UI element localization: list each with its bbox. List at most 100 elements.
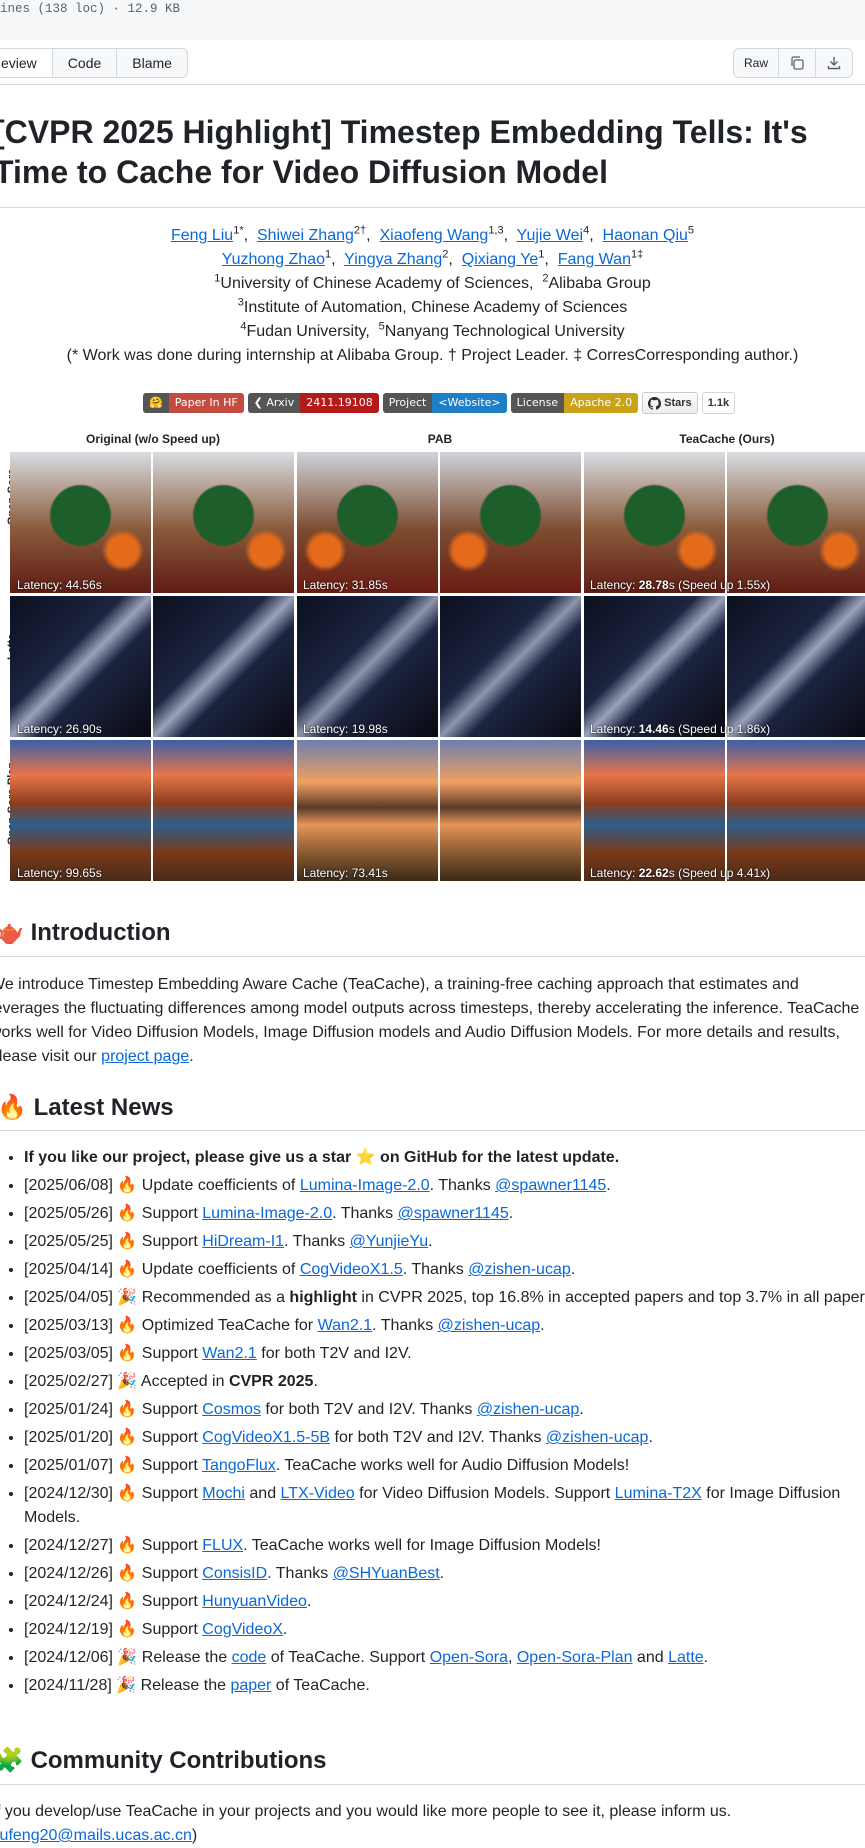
file-toolbar: eview Code Blame Raw — [0, 40, 865, 85]
news-link[interactable]: Open-Sora — [430, 1649, 508, 1666]
news-text: . Thanks — [402, 1261, 469, 1278]
video-frame — [153, 452, 294, 593]
news-item: [2025/06/08] 🔥 Update coefficients of Lu… — [24, 1174, 865, 1198]
news-link[interactable]: @spawner1145 — [495, 1177, 606, 1194]
news-link[interactable]: LTX-Video — [281, 1485, 355, 1502]
author-link[interactable]: Shiwei Zhang — [257, 227, 354, 244]
news-link[interactable]: Mochi — [202, 1485, 245, 1502]
affiliation-row-2: 3Institute of Automation, Chinese Academ… — [0, 296, 865, 320]
para-line: please visit our project page. — [0, 1048, 194, 1065]
news-text: [2025/03/13] 🔥 Optimized TeaCache for — [24, 1317, 318, 1334]
para-line: f you develop/use TeaCache in your proje… — [0, 1803, 732, 1820]
badge-label: ❮ Arxiv — [247, 393, 301, 413]
news-link[interactable]: Wan2.1 — [202, 1345, 257, 1362]
tab-preview[interactable]: eview — [0, 49, 53, 77]
raw-button[interactable]: Raw — [734, 49, 779, 77]
download-button[interactable] — [816, 49, 852, 77]
news-text: [2025/06/08] 🔥 Update coefficients of — [24, 1177, 300, 1194]
news-link[interactable]: Wan2.1 — [318, 1317, 373, 1334]
news-text: [2024/12/26] 🔥 Support — [24, 1565, 203, 1582]
author-link[interactable]: Fang Wan — [558, 251, 631, 268]
news-link[interactable]: Open-Sora-Plan — [517, 1649, 633, 1666]
license-badge[interactable]: License Apache 2.0 — [510, 393, 639, 413]
news-link[interactable]: @YunjieYu — [350, 1233, 429, 1250]
news-text: [2024/11/28] 🎉 Release the — [24, 1677, 231, 1694]
para-line: leverages the fluctuating differences am… — [0, 1000, 860, 1017]
news-link[interactable]: @zishen-ucap — [468, 1261, 571, 1278]
news-item: [2025/01/24] 🔥 Support Cosmos for both T… — [24, 1398, 865, 1422]
news-text: . Thanks — [284, 1233, 350, 1250]
news-link[interactable]: Latte — [668, 1649, 704, 1666]
github-icon — [648, 396, 662, 410]
badge-value: <Website> — [432, 393, 507, 413]
para-line: works well for Video Diffusion Models, I… — [0, 1024, 840, 1041]
news-item: [2024/12/19] 🔥 Support CogVideoX. — [24, 1618, 865, 1642]
news-link[interactable]: CogVideoX — [202, 1621, 283, 1638]
news-link[interactable]: @zishen-ucap — [477, 1401, 580, 1418]
news-text: . — [579, 1401, 584, 1418]
news-link[interactable]: HunyuanVideo — [202, 1593, 307, 1610]
news-link[interactable]: paper — [230, 1677, 271, 1694]
news-link[interactable]: CogVideoX1.5 — [300, 1261, 403, 1278]
news-link[interactable]: Lumina-Image-2.0 — [300, 1177, 430, 1194]
news-item: [2025/01/20] 🔥 Support CogVideoX1.5-5B f… — [24, 1426, 865, 1450]
arxiv-badge[interactable]: ❮ Arxiv 2411.19108 — [247, 393, 379, 413]
author-link[interactable]: Yuzhong Zhao — [222, 251, 325, 268]
email-link[interactable]: iufeng20@mails.ucas.ac.cn — [0, 1827, 192, 1844]
news-link[interactable]: code — [232, 1649, 267, 1666]
news-text: [2025/01/20] 🔥 Support — [24, 1429, 203, 1446]
tab-blame[interactable]: Blame — [117, 49, 187, 77]
news-link[interactable]: Lumina-Image-2.0 — [202, 1205, 332, 1222]
news-link[interactable]: @spawner1145 — [398, 1205, 509, 1222]
file-meta: ines (138 loc) · 12.9 KB — [0, 2, 181, 16]
author-link[interactable]: Feng Liu — [171, 227, 233, 244]
news-text: [2025/01/24] 🔥 Support — [24, 1401, 203, 1418]
news-text: [2025/01/07] 🔥 Support — [24, 1457, 202, 1474]
author-link[interactable]: Yingya Zhang — [344, 251, 442, 268]
badge-value: Apache 2.0 — [564, 393, 639, 413]
news-item: [2025/05/26] 🔥 Support Lumina-Image-2.0.… — [24, 1202, 865, 1226]
news-text: [2025/03/05] 🔥 Support — [24, 1345, 203, 1362]
news-link[interactable]: HiDream-I1 — [202, 1233, 284, 1250]
news-link[interactable]: FLUX — [202, 1537, 243, 1554]
news-link[interactable]: TangoFlux — [202, 1457, 276, 1474]
author-link[interactable]: Haonan Qiu — [603, 227, 688, 244]
comparison-figure: Original (w/o Speed up) PAB TeaCache (Ou… — [6, 432, 865, 884]
author-sup: 1,3 — [488, 224, 504, 237]
latency-label: Latency: 31.85s — [303, 578, 388, 592]
paper-hf-badge[interactable]: 🤗 Paper In HF — [143, 393, 244, 413]
news-link[interactable]: ConsisID — [202, 1565, 267, 1582]
github-stars-badge[interactable]: Stars — [642, 392, 698, 414]
tab-code[interactable]: Code — [53, 49, 118, 77]
author-link[interactable]: Xiaofeng Wang — [380, 227, 489, 244]
section-divider — [0, 956, 865, 957]
news-text: for both T2V and I2V. Thanks — [260, 1401, 477, 1418]
affiliation: Fudan University, — [246, 323, 370, 340]
badge-row: 🤗 Paper In HF ❮ Arxiv 2411.19108 Project… — [143, 392, 736, 414]
news-link[interactable]: CogVideoX1.5-5B — [202, 1429, 330, 1446]
news-link[interactable]: @zishen-ucap — [438, 1317, 541, 1334]
news-text: . — [439, 1565, 445, 1582]
section-divider — [0, 1784, 865, 1785]
news-text: . TeaCache works well for Audio Diffusio… — [275, 1457, 630, 1474]
author-sup: 2 — [442, 248, 449, 261]
author-link[interactable]: Qixiang Ye — [462, 251, 539, 268]
news-text: . Thanks — [332, 1205, 398, 1222]
project-badge[interactable]: Project <Website> — [382, 393, 507, 413]
badge-label: Project — [382, 393, 433, 413]
video-frame — [584, 452, 725, 593]
project-page-link[interactable]: project page — [101, 1048, 189, 1065]
news-text: and — [244, 1485, 281, 1502]
latency-label: Latency: 99.65s — [17, 866, 102, 880]
author-sup: 1* — [233, 224, 244, 237]
news-link[interactable]: Cosmos — [202, 1401, 261, 1418]
news-link[interactable]: @SHYuanBest — [333, 1565, 440, 1582]
author-link[interactable]: Yujie Wei — [517, 227, 583, 244]
file-meta-bar: ines (138 loc) · 12.9 KB — [0, 0, 865, 41]
column-header: PAB — [427, 432, 453, 446]
copy-button[interactable] — [779, 49, 816, 77]
news-link[interactable]: @zishen-ucap — [546, 1429, 649, 1446]
news-text: . — [606, 1177, 611, 1194]
stars-count[interactable]: 1.1k — [701, 392, 736, 414]
news-link[interactable]: Lumina-T2X — [615, 1485, 702, 1502]
